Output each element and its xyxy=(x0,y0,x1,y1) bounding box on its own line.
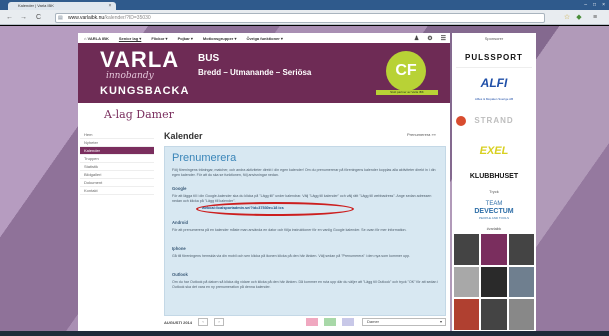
outlook-heading: Outlook xyxy=(172,272,188,277)
android-heading: Android xyxy=(172,220,189,225)
chevron-down-icon: ▾ xyxy=(439,319,442,324)
bookmark-star-icon[interactable]: ☆ xyxy=(562,13,572,23)
team-menu-bildgalleri[interactable]: Bildgalleri xyxy=(80,171,154,179)
browser-menu-icon[interactable]: ≡ xyxy=(590,13,600,23)
instagram-photo[interactable] xyxy=(508,234,534,265)
site-banner: VARLA innobandy KUNGSBACKA BUS Bredd – U… xyxy=(78,43,450,103)
user-icon[interactable]: ♟ xyxy=(414,35,419,42)
banner-kungsbacka: KUNGSBACKA xyxy=(100,85,190,97)
team-label: TEAM xyxy=(485,201,503,207)
ical-subscribe-link[interactable]: webcal://calsportadmin.se/?id=37530e=18 … xyxy=(202,206,284,210)
page-icon: ▤ xyxy=(58,15,63,21)
devectum-label: DEVECTUM xyxy=(474,208,514,215)
team-menu-kalender[interactable]: Kalender xyxy=(80,147,154,155)
menu-icon[interactable]: ☰ xyxy=(441,35,446,42)
calendar-color-swatch[interactable] xyxy=(324,318,337,326)
calendar-color-swatch[interactable] xyxy=(306,318,319,326)
cf-partner-logo[interactable]: CF xyxy=(386,51,426,91)
team-menu-kontakt[interactable]: Kontakt xyxy=(80,187,154,195)
instagram-photo[interactable] xyxy=(481,234,507,265)
sponsor-team-devectum[interactable]: TEAM DEVECTUM PEOPLE AND TOOLS xyxy=(456,200,532,224)
cf-partner-text: Stolt partner av Varla IBK xyxy=(376,90,438,95)
nav-ovriga[interactable]: Övriga funktioner ▾ xyxy=(246,36,282,41)
team-menu-nyheter[interactable]: Nyheter xyxy=(80,139,154,147)
instagram-photo[interactable] xyxy=(481,266,507,298)
calendar-next-button[interactable]: › xyxy=(214,318,225,326)
google-heading: Google xyxy=(172,186,187,191)
site-home-link[interactable]: ⌂ VARLA IBK xyxy=(84,36,109,41)
browser-toolbar: ← → C www.varlaibk.nu/kalender/?ID=35030… xyxy=(0,10,609,25)
url-path: /kalender/?ID=35030 xyxy=(104,15,151,21)
address-bar[interactable]: www.varlaibk.nu/kalender/?ID=35030 xyxy=(55,13,545,23)
iphone-instructions: Gå till föreningens hemsida via din mobi… xyxy=(172,254,411,258)
instagram-tag: #varlaibk xyxy=(486,227,502,231)
team-menu-hem[interactable]: Hem xyxy=(80,131,154,139)
nav-flickor[interactable]: Flickor ▾ xyxy=(151,36,167,41)
browser-tab[interactable]: Kalender | Varla IBK xyxy=(8,2,116,10)
back-arrow-icon[interactable]: ← xyxy=(5,13,14,22)
calendar-filter-value: Damer xyxy=(367,319,380,324)
minimize-icon[interactable]: – xyxy=(584,1,587,9)
instagram-grid xyxy=(454,234,534,330)
banner-varla-logo: VARLA xyxy=(100,47,180,72)
nav-senior-lag[interactable]: Senior lag ▾ xyxy=(119,36,141,41)
sponsor-heading: Sponsorer xyxy=(484,36,504,41)
team-menu: Hem Nyheter Kalender Truppen Statistik B… xyxy=(80,131,154,195)
sponsor-alfi-subtitle: Alfies & Mopalen Sverige AB xyxy=(474,97,514,101)
team-sub-label: PEOPLE AND TOOLS xyxy=(479,216,509,220)
subscribe-intro: Följ föreningens träningar, matcher, och… xyxy=(172,168,436,178)
url-domain: www.varlaibk.nu xyxy=(68,15,105,21)
sponsor-exel[interactable]: EXEL xyxy=(456,143,532,159)
banner-innobandy: innobandy xyxy=(106,71,154,81)
settings-icon[interactable]: ⚙ xyxy=(427,35,432,42)
calendar-prev-button[interactable]: ‹ xyxy=(198,318,209,326)
instagram-photo[interactable] xyxy=(508,299,534,330)
instagram-photo[interactable] xyxy=(508,266,534,298)
instagram-photo[interactable] xyxy=(454,266,480,298)
banner-bus: BUS xyxy=(198,53,220,64)
calendar-month: AUGUSTI 2014 xyxy=(164,319,193,325)
sponsor-pulssport[interactable]: PULSSPORT xyxy=(456,48,532,68)
sponsor-klubbhuset[interactable]: KLUBBHUSET xyxy=(456,170,532,184)
nav-pojkar[interactable]: Pojkar ▾ xyxy=(178,36,193,41)
window-controls: – □ × xyxy=(584,1,605,9)
subscribe-link[interactable]: Prenumerera »» xyxy=(407,132,436,137)
subscribe-title: Prenumerera xyxy=(172,152,237,164)
team-menu-statistik[interactable]: Statistik xyxy=(80,163,154,171)
team-header: A-lag Damer xyxy=(78,103,450,127)
iphone-heading: Iphone xyxy=(172,246,186,251)
close-window-icon[interactable]: × xyxy=(602,1,605,9)
maximize-icon[interactable]: □ xyxy=(593,1,596,9)
sponsor-strand[interactable]: STRAND xyxy=(456,112,532,130)
page-title: Kalender xyxy=(164,131,203,141)
sponsor-tryck-label: Tryck xyxy=(489,189,499,194)
nav-motionsgrupper[interactable]: Motionsgrupper ▾ xyxy=(203,36,237,41)
team-menu-truppen[interactable]: Truppen xyxy=(80,155,154,163)
team-menu-dokument[interactable]: Dokument xyxy=(80,179,154,187)
banner-slogan: Bredd – Utmanande – Seriösa xyxy=(198,68,312,77)
calendar-filter-select[interactable]: Damer ▾ xyxy=(362,318,446,326)
tab-close-icon[interactable]: × xyxy=(106,2,114,10)
instagram-photo[interactable] xyxy=(481,299,507,330)
forward-arrow-icon[interactable]: → xyxy=(19,13,28,22)
instagram-photo[interactable] xyxy=(454,299,480,330)
site-navigation: ⌂ VARLA IBK Senior lag ▾ Flickor ▾ Pojka… xyxy=(78,33,450,43)
outlook-instructions: Om du har Outlook på datorn så klicka di… xyxy=(172,280,439,290)
calendar-color-swatch[interactable] xyxy=(342,318,355,326)
extension-icon[interactable]: ◆ xyxy=(574,13,584,23)
instagram-photo[interactable] xyxy=(454,234,480,265)
taskbar xyxy=(0,331,609,336)
reload-icon[interactable]: C xyxy=(34,13,43,22)
team-title: A-lag Damer xyxy=(104,108,174,121)
android-instructions: För att prenumerera på en kalender måste… xyxy=(172,228,407,232)
